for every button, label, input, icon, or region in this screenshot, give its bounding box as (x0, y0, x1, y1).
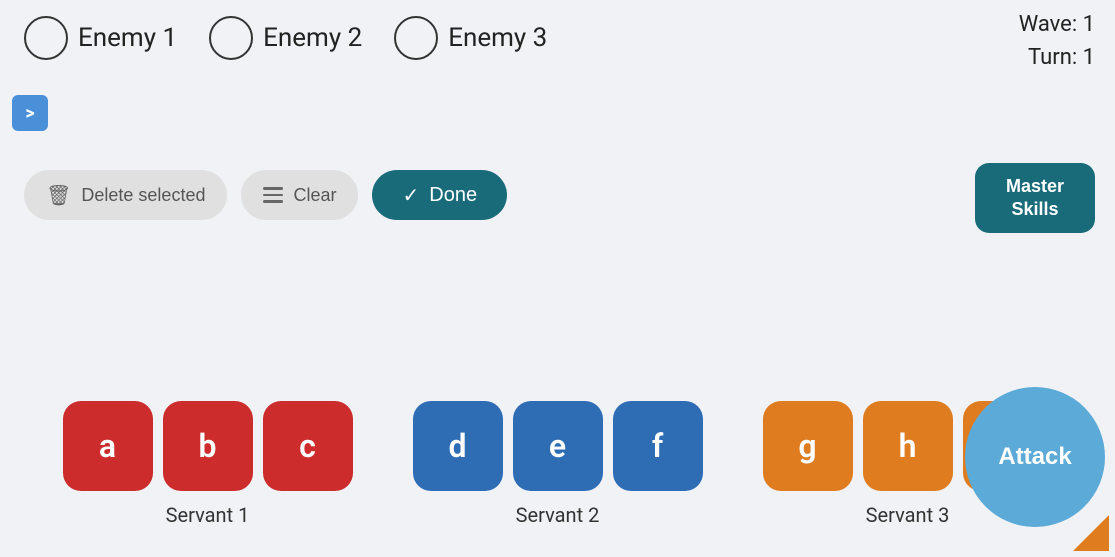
servant-2-card-e[interactable]: e (513, 401, 603, 491)
wave-info: Wave: 1 Turn: 1 (1019, 8, 1095, 74)
done-label: Done (429, 184, 477, 207)
enemy-item-3[interactable]: Enemy 3 (394, 16, 547, 60)
toolbar: 🗑 Delete selected Clear ✓ Done (24, 170, 507, 220)
attack-button[interactable]: Attack (965, 387, 1105, 527)
servant-group-1: a b c Servant 1 (63, 401, 353, 527)
master-skills-button[interactable]: MasterSkills (975, 163, 1095, 233)
expand-arrow-button[interactable]: > (12, 95, 48, 131)
corner-arrow-decoration (1073, 515, 1109, 551)
servants-area: a b c Servant 1 d e f Servant 2 (0, 401, 1115, 527)
servant-1-card-b[interactable]: b (163, 401, 253, 491)
enemy-3-circle[interactable] (394, 16, 438, 60)
enemy-3-label: Enemy 3 (448, 23, 547, 53)
wave-label: Wave: 1 (1019, 8, 1095, 41)
clear-label: Clear (293, 185, 336, 206)
servant-3-label: Servant 3 (866, 503, 950, 527)
clear-button[interactable]: Clear (241, 170, 358, 220)
servant-1-card-c[interactable]: c (263, 401, 353, 491)
servant-2-card-d[interactable]: d (413, 401, 503, 491)
check-icon: ✓ (402, 183, 419, 208)
servant-1-label: Servant 1 (166, 503, 250, 527)
enemy-item-2[interactable]: Enemy 2 (209, 16, 362, 60)
lines-icon (263, 187, 283, 203)
enemy-1-circle[interactable] (24, 16, 68, 60)
turn-label: Turn: 1 (1019, 41, 1095, 74)
enemy-2-circle[interactable] (209, 16, 253, 60)
master-skills-label: MasterSkills (1006, 175, 1064, 222)
delete-selected-button[interactable]: 🗑 Delete selected (24, 170, 227, 220)
attack-label: Attack (998, 443, 1071, 471)
enemy-1-label: Enemy 1 (78, 23, 177, 53)
servant-1-cards: a b c (63, 401, 353, 491)
delete-label: Delete selected (81, 185, 205, 206)
servant-group-2: d e f Servant 2 (413, 401, 703, 527)
servant-2-label: Servant 2 (516, 503, 600, 527)
done-button[interactable]: ✓ Done (372, 170, 507, 220)
enemy-2-label: Enemy 2 (263, 23, 362, 53)
trash-icon: 🗑 (46, 183, 71, 208)
servant-2-cards: d e f (413, 401, 703, 491)
arrow-icon: > (25, 103, 34, 124)
servant-3-card-h[interactable]: h (863, 401, 953, 491)
enemy-row: Enemy 1 Enemy 2 Enemy 3 (0, 0, 1115, 60)
servant-3-card-g[interactable]: g (763, 401, 853, 491)
servant-1-card-a[interactable]: a (63, 401, 153, 491)
enemy-item-1[interactable]: Enemy 1 (24, 16, 177, 60)
servant-2-card-f[interactable]: f (613, 401, 703, 491)
